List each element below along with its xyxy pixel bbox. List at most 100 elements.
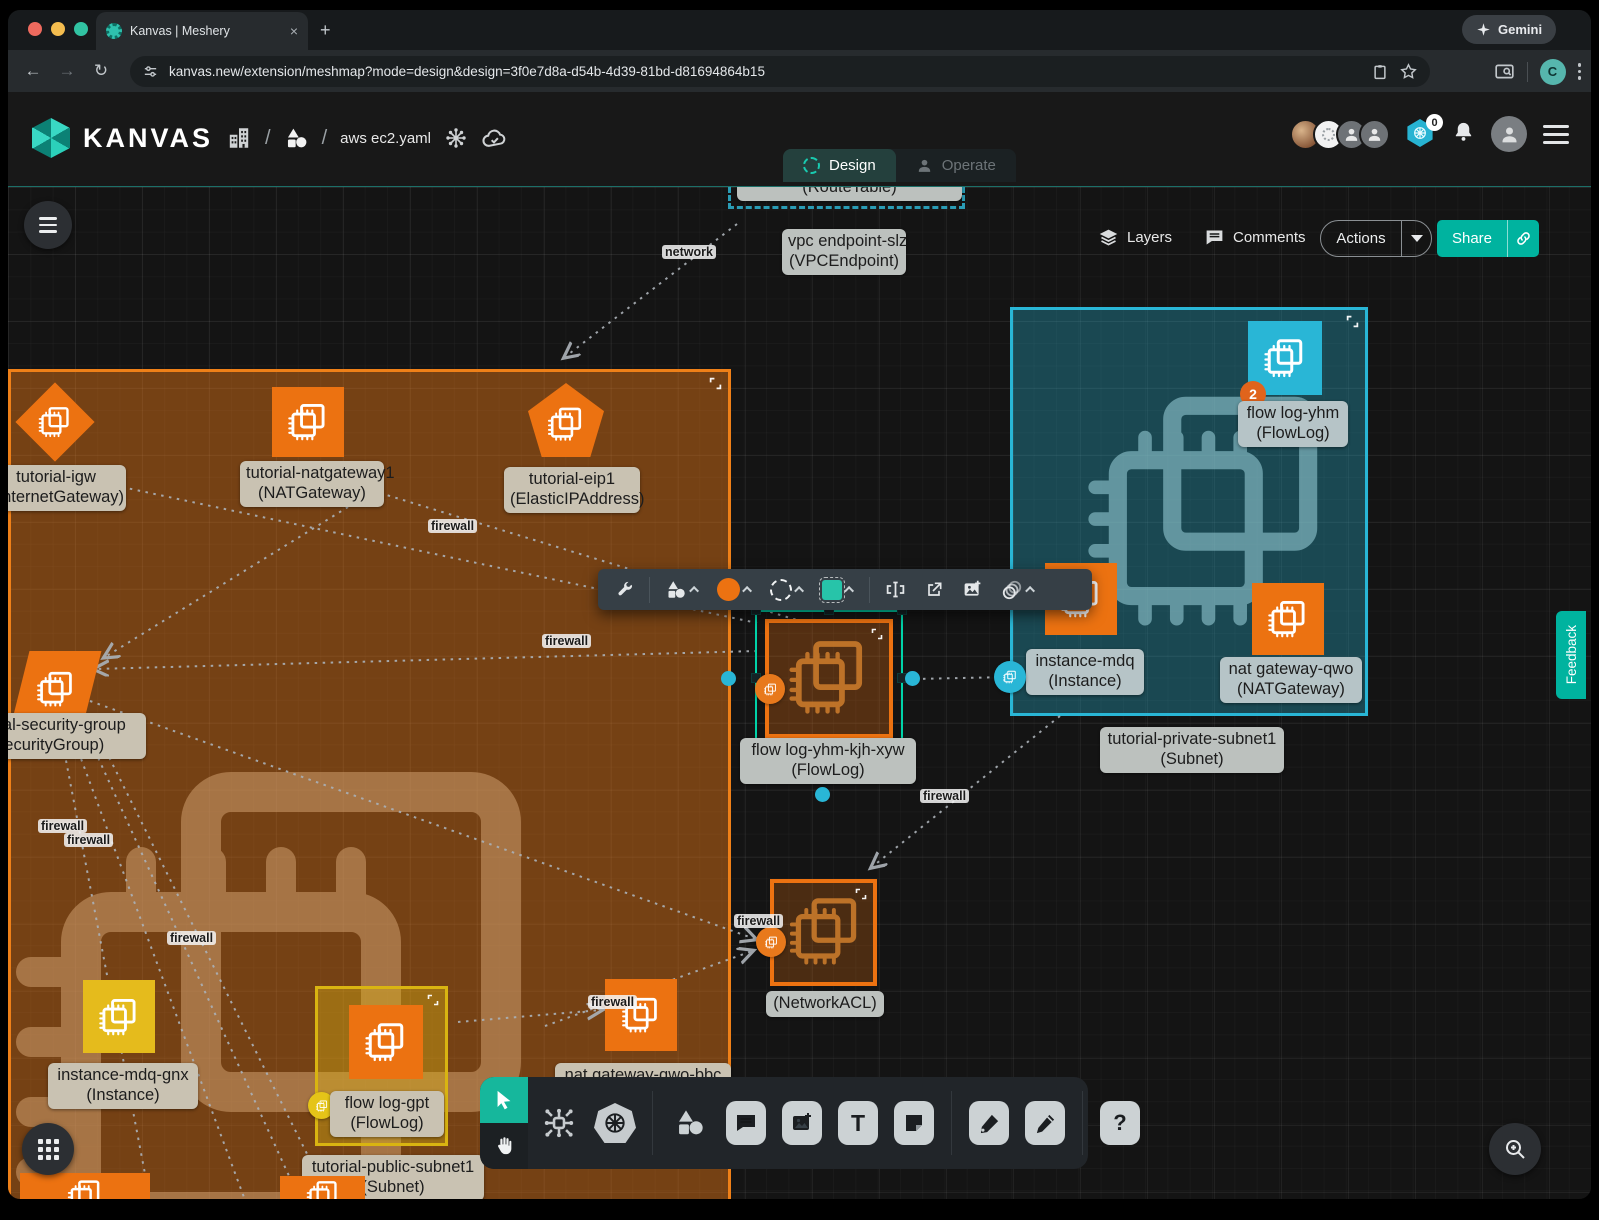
new-tab-button[interactable]: +	[320, 20, 331, 41]
collaborator-avatars[interactable]	[1290, 119, 1390, 150]
open-in-new-button[interactable]	[917, 569, 951, 610]
minimize-window-button[interactable]	[51, 22, 65, 36]
expand-icon[interactable]	[709, 377, 722, 390]
node-flow-log-selected[interactable]	[765, 619, 893, 738]
actions-dropdown-button[interactable]	[1401, 221, 1431, 256]
node-nat-gateway1[interactable]	[272, 387, 344, 457]
tab-search-icon[interactable]	[1494, 61, 1515, 82]
shapes-icon	[665, 579, 687, 601]
save-icon[interactable]	[1371, 63, 1389, 81]
rename-button[interactable]	[878, 569, 913, 610]
app-menu-icon[interactable]	[1543, 125, 1569, 144]
layers-icon	[1098, 227, 1119, 248]
tab-design[interactable]: Design	[783, 149, 896, 182]
kubernetes-tool-button[interactable]	[592, 1077, 638, 1169]
image-tool-button[interactable]	[779, 1077, 825, 1169]
edge-handle-dot[interactable]	[721, 671, 736, 686]
node-label-security-group: tutorial-security-group(SecurityGroup)	[8, 713, 146, 759]
site-settings-icon[interactable]	[142, 63, 159, 80]
design-canvas[interactable]: (RouteTable) vpc endpoint-slz(VPCEndpoin…	[8, 186, 1591, 1199]
organization-icon[interactable]	[226, 125, 252, 151]
node-nat-gateway-qwo[interactable]	[1252, 583, 1324, 655]
subnet-connection-badge[interactable]	[994, 661, 1026, 693]
fullscreen-window-button[interactable]	[74, 22, 88, 36]
pen-icon	[969, 1101, 1009, 1145]
pen-tool-button[interactable]	[966, 1077, 1012, 1169]
shapes-tool-button[interactable]	[667, 1077, 713, 1169]
pan-tool-button[interactable]	[480, 1123, 528, 1169]
node-partial-bottom-left[interactable]	[20, 1173, 150, 1199]
node-flow-log-gpt[interactable]	[349, 1005, 423, 1079]
chevron-up-icon	[1025, 586, 1035, 596]
reload-icon[interactable]: ↻	[84, 61, 118, 81]
user-avatar[interactable]	[1491, 116, 1527, 152]
node-network-acl[interactable]	[770, 879, 877, 986]
copy-link-button[interactable]	[1507, 220, 1539, 257]
browser-tab[interactable]: Kanvas | Meshery ×	[96, 12, 308, 50]
node-nat-gateway-qwo-bbc[interactable]	[605, 979, 677, 1051]
url-text[interactable]: kanvas.new/extension/meshmap?mode=design…	[169, 64, 1361, 79]
node-label-eip1: tutorial-eip1(ElasticIPAddress)	[504, 467, 640, 513]
component-grid-button[interactable]	[22, 1123, 74, 1175]
actions-button[interactable]: Actions	[1320, 220, 1432, 257]
expand-icon[interactable]	[427, 994, 439, 1006]
node-instance-mdq-gnx[interactable]	[83, 980, 155, 1053]
edge-handle-dot[interactable]	[905, 671, 920, 686]
layers-button[interactable]: Layers	[1098, 227, 1172, 248]
canvas-menu-button[interactable]	[24, 201, 72, 249]
expand-icon[interactable]	[1346, 315, 1359, 328]
browser-profile-avatar[interactable]: C	[1540, 59, 1566, 85]
node-label-flow-log-selected: flow log-yhm-kjh-xyw(FlowLog)	[740, 738, 916, 784]
share-button[interactable]: Share	[1437, 220, 1539, 257]
comments-button[interactable]: Comments	[1204, 227, 1306, 248]
comment-tool-button[interactable]	[723, 1077, 769, 1169]
select-tool-button[interactable]	[480, 1077, 528, 1123]
bookmark-star-icon[interactable]	[1399, 62, 1418, 81]
forward-icon[interactable]: →	[50, 61, 84, 81]
share-label: Share	[1437, 230, 1507, 247]
group-button[interactable]	[994, 569, 1042, 610]
sticky-note-tool-button[interactable]	[891, 1077, 937, 1169]
pencil-tool-button[interactable]	[1022, 1077, 1068, 1169]
shape-swap-button[interactable]	[815, 569, 861, 610]
notifications-bell-icon[interactable]	[1452, 120, 1475, 148]
help-tool-button[interactable]: ?	[1097, 1077, 1143, 1169]
feedback-tab[interactable]: Feedback	[1556, 611, 1586, 699]
node-partial-bottom[interactable]	[280, 1176, 365, 1199]
gemini-label: Gemini	[1498, 22, 1542, 37]
url-bar[interactable]: kanvas.new/extension/meshmap?mode=design…	[130, 56, 1430, 87]
collaborator-avatar[interactable]	[1359, 119, 1390, 150]
text-tool-button[interactable]: T	[835, 1077, 881, 1169]
node-label-instance-mdq-gnx: instance-mdq-gnx(Instance)	[48, 1063, 198, 1109]
components-tool-button[interactable]	[536, 1077, 582, 1169]
expand-icon[interactable]	[871, 628, 883, 640]
browser-toolbar: ← → ↻ kanvas.new/extension/meshmap?mode=…	[8, 50, 1591, 92]
zoom-search-button[interactable]	[1489, 1123, 1541, 1175]
add-image-button[interactable]	[955, 569, 990, 610]
design-label: Design	[829, 157, 876, 174]
workspace-shapes-icon[interactable]	[284, 126, 309, 151]
tool-dock: T ?	[480, 1077, 1088, 1169]
kanvas-logo-icon[interactable]	[32, 118, 70, 158]
browser-menu-icon[interactable]	[1578, 63, 1582, 80]
browser-window: Kanvas | Meshery × + Gemini ← → ↻ kanvas…	[8, 10, 1591, 1199]
expand-icon[interactable]	[855, 888, 867, 900]
edge-handle-dot[interactable]	[815, 787, 830, 802]
fill-color-button[interactable]	[710, 569, 759, 610]
tab-operate[interactable]: Operate	[896, 149, 1016, 182]
gemini-button[interactable]: Gemini	[1462, 15, 1556, 44]
acl-badge[interactable]	[756, 927, 786, 957]
mesh-sync-icon[interactable]	[444, 126, 468, 150]
node-label-instance-mdq: instance-mdq(Instance)	[1026, 649, 1144, 695]
open-in-new-icon	[924, 580, 944, 600]
configure-tool-button[interactable]	[608, 569, 641, 610]
tab-close-icon[interactable]: ×	[290, 23, 298, 39]
selected-node-badge[interactable]	[755, 674, 785, 704]
border-style-button[interactable]	[763, 569, 811, 610]
close-window-button[interactable]	[28, 22, 42, 36]
back-icon[interactable]: ←	[16, 61, 50, 81]
design-file-name[interactable]: aws ec2.yaml	[340, 130, 431, 147]
shapes-style-button[interactable]	[658, 569, 706, 610]
meshery-status-badge[interactable]: 0	[1406, 119, 1436, 149]
node-label-igw: tutorial-igw(InternetGateway)	[8, 465, 126, 511]
